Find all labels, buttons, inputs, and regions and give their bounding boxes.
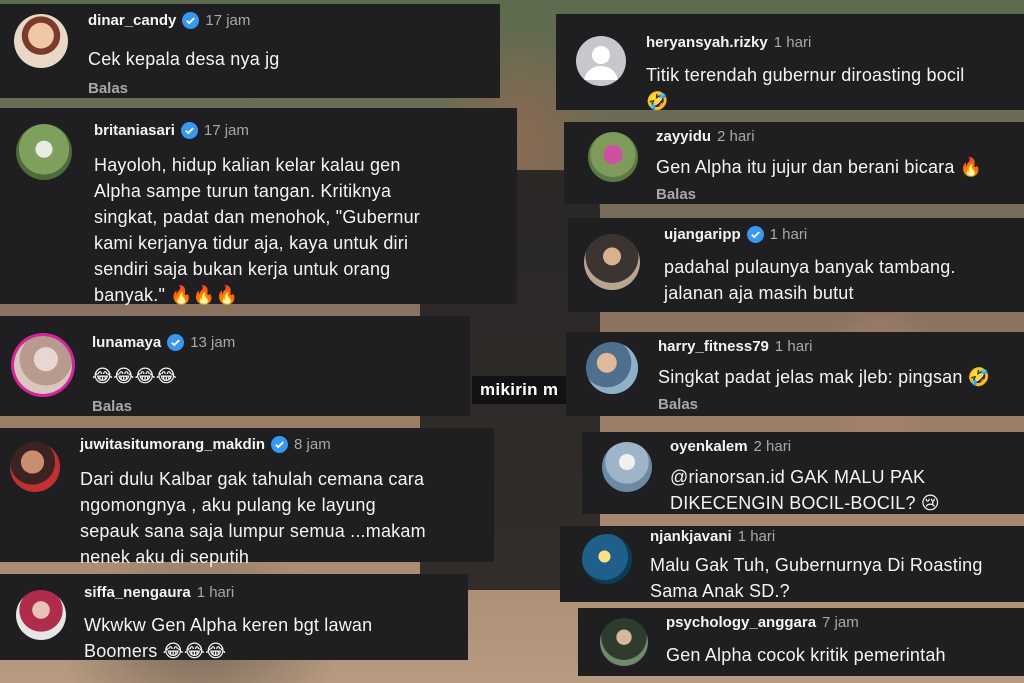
avatar[interactable]	[16, 124, 72, 180]
comment-username[interactable]: juwitasitumorang_makdin	[80, 436, 265, 453]
avatar[interactable]	[10, 442, 60, 492]
avatar[interactable]	[576, 36, 626, 86]
comment-time: 1 hari	[769, 226, 808, 243]
verified-badge-icon	[746, 226, 764, 243]
comment-time: 17 jam	[203, 122, 249, 139]
avatar[interactable]	[582, 534, 632, 584]
verified-badge-icon	[180, 122, 198, 139]
comment-text: Titik terendah gubernur diroasting bocil…	[646, 65, 965, 111]
comment-time: 1 hari	[773, 34, 812, 51]
comment-card: njankjavani 1 hari Malu Gak Tuh, Gubernu…	[560, 526, 1024, 602]
comment-card: dinar_candy 17 jam Cek kepala desa nya j…	[0, 4, 500, 98]
comment-text: @rianorsan.id GAK MALU PAK DIKECENGIN BO…	[670, 467, 940, 513]
comment-text: padahal pulaunya banyak tambang. jalanan…	[664, 257, 956, 303]
comment-text: Dari dulu Kalbar gak tahulah cemana cara…	[80, 469, 426, 567]
comment-username[interactable]: ujangaripp	[664, 226, 741, 243]
comment-username[interactable]: heryansyah.rizky	[646, 34, 768, 51]
reply-button[interactable]: Balas	[92, 398, 132, 415]
comment-text: Singkat padat jelas mak jleb: pingsan 🤣	[658, 367, 991, 387]
avatar[interactable]	[14, 336, 72, 394]
video-caption: mikirin m	[472, 376, 567, 404]
avatar[interactable]	[586, 342, 638, 394]
comment-card: ujangaripp 1 hari padahal pulaunya banya…	[568, 218, 1024, 312]
reply-button[interactable]: Balas	[88, 80, 128, 97]
comment-time: 13 jam	[190, 334, 236, 351]
comment-username[interactable]: dinar_candy	[88, 12, 176, 29]
comment-username[interactable]: britaniasari	[94, 122, 175, 139]
comment-username[interactable]: njankjavani	[650, 528, 732, 545]
comment-card: britaniasari 17 jam Hayoloh, hidup kalia…	[0, 108, 517, 305]
comment-text: Malu Gak Tuh, Gubernurnya Di Roasting Sa…	[650, 555, 983, 601]
avatar[interactable]	[584, 234, 640, 290]
comment-card: psychology_anggara 7 jam Gen Alpha cocok…	[578, 608, 1024, 676]
comment-time: 1 hari	[737, 528, 776, 545]
comment-text: Cek kepala desa nya jg	[88, 49, 280, 69]
comment-text: Gen Alpha cocok kritik pemerintah	[666, 645, 946, 665]
verified-badge-icon	[167, 334, 185, 351]
comment-time: 7 jam	[822, 614, 859, 631]
avatar[interactable]	[14, 14, 68, 68]
comment-card: siffa_nengaura 1 hari Wkwkw Gen Alpha ke…	[0, 574, 468, 661]
comment-card: lunamaya 13 jam 😂😂😂😂 Balas	[0, 316, 470, 416]
comment-card: zayyidu 2 hari Gen Alpha itu jujur dan b…	[564, 122, 1024, 204]
avatar[interactable]	[16, 590, 66, 640]
avatar[interactable]	[602, 442, 652, 492]
comment-username[interactable]: siffa_nengaura	[84, 584, 191, 601]
comment-username[interactable]: harry_fitness79	[658, 338, 769, 355]
comment-card: harry_fitness79 1 hari Singkat padat jel…	[566, 332, 1024, 416]
comment-time: 2 hari	[717, 128, 755, 145]
reply-button[interactable]: Balas	[658, 396, 698, 413]
comment-text: Hayoloh, hidup kalian kelar kalau gen Al…	[94, 155, 420, 305]
comment-username[interactable]: zayyidu	[656, 128, 711, 145]
comment-time: 1 hari	[774, 338, 813, 355]
comment-time: 17 jam	[205, 12, 251, 29]
comment-time: 2 hari	[753, 438, 792, 455]
comment-card: heryansyah.rizky 1 hari Titik terendah g…	[556, 14, 1024, 111]
comment-text: 😂😂😂😂	[92, 366, 177, 387]
reply-button[interactable]: Balas	[656, 186, 696, 203]
comment-text: Gen Alpha itu jujur dan berani bicara 🔥	[656, 157, 983, 177]
comment-text: Wkwkw Gen Alpha keren bgt lawan Boomers …	[84, 615, 373, 661]
comment-time: 8 jam	[294, 436, 331, 453]
comment-time: 1 hari	[196, 584, 235, 601]
verified-badge-icon	[271, 436, 289, 453]
comment-username[interactable]: lunamaya	[92, 334, 161, 351]
comment-card: oyenkalem 2 hari @rianorsan.id GAK MALU …	[582, 432, 1024, 514]
comment-card: juwitasitumorang_makdin 8 jam Dari dulu …	[0, 428, 494, 567]
avatar[interactable]	[588, 132, 638, 182]
comment-username[interactable]: psychology_anggara	[666, 614, 816, 631]
avatar[interactable]	[600, 618, 648, 666]
comment-username[interactable]: oyenkalem	[670, 438, 748, 455]
default-user-icon	[584, 46, 618, 80]
verified-badge-icon	[182, 12, 200, 29]
